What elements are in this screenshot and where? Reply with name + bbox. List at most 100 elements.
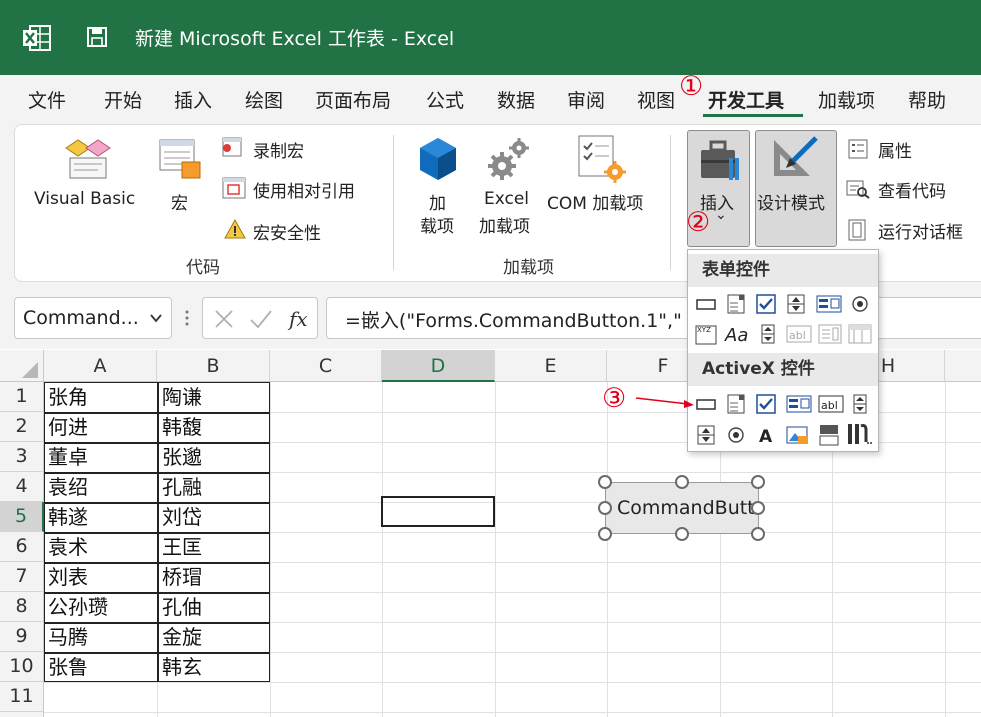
row-header-7[interactable]: 7: [0, 562, 44, 592]
tab-formulas[interactable]: 公式: [426, 86, 464, 113]
macro-security-button[interactable]: 宏安全性: [253, 219, 321, 244]
cell-a8[interactable]: 公孙瓒: [48, 592, 108, 622]
form-combo-dropdown-edit-icon[interactable]: [848, 324, 872, 344]
cell-b7[interactable]: 桥瑁: [162, 562, 202, 592]
tab-data[interactable]: 数据: [497, 86, 535, 113]
cell-b9[interactable]: 金旋: [162, 622, 202, 652]
activex-scroll-bar-icon[interactable]: [850, 394, 870, 414]
column-header-b[interactable]: B: [157, 350, 270, 382]
cell-a5[interactable]: 韩遂: [48, 502, 88, 532]
row-header-12[interactable]: [0, 712, 44, 717]
com-addins-button[interactable]: COM 加载项: [547, 189, 643, 214]
cell-b5[interactable]: 刘岱: [162, 502, 202, 532]
row-header-3[interactable]: 3: [0, 442, 44, 472]
form-checkbox-icon[interactable]: [756, 294, 776, 314]
cell-a9[interactable]: 马腾: [48, 622, 88, 652]
selected-cell-d5[interactable]: [381, 496, 495, 527]
activex-list-box-icon[interactable]: [786, 394, 812, 414]
formula-input[interactable]: =嵌入("Forms.CommandButton.1",": [326, 297, 981, 339]
properties-button[interactable]: 属性: [878, 137, 912, 162]
column-header-a[interactable]: A: [44, 350, 157, 382]
form-spin-button-icon[interactable]: [786, 294, 806, 314]
view-code-button[interactable]: 查看代码: [878, 177, 946, 202]
resize-handle-top-left[interactable]: [598, 475, 612, 489]
row-header-1[interactable]: 1: [0, 382, 44, 412]
cell-b3[interactable]: 张邈: [162, 442, 202, 472]
form-list-box-icon[interactable]: [816, 294, 842, 314]
insert-function-icon[interactable]: fx: [287, 306, 313, 332]
cell-a10[interactable]: 张鲁: [48, 652, 88, 682]
chevron-down-icon[interactable]: [149, 312, 163, 324]
tab-draw[interactable]: 绘图: [245, 86, 283, 113]
macros-button[interactable]: 宏: [171, 189, 188, 214]
activex-image-icon[interactable]: [786, 424, 810, 446]
tab-review[interactable]: 审阅: [567, 86, 605, 113]
record-macro-button[interactable]: 录制宏: [253, 137, 304, 162]
cell-b2[interactable]: 韩馥: [162, 412, 202, 442]
resize-handle-bottom[interactable]: [675, 527, 689, 541]
tab-insert[interactable]: 插入: [174, 86, 212, 113]
addins-button-line1[interactable]: 加: [429, 189, 446, 214]
cell-a1[interactable]: 张角: [48, 382, 88, 412]
row-header-8[interactable]: 8: [0, 592, 44, 622]
activex-label-icon[interactable]: A: [756, 425, 776, 445]
tab-help[interactable]: 帮助: [908, 86, 946, 113]
form-button-control-icon[interactable]: [696, 294, 716, 314]
use-relative-reference-button[interactable]: 使用相对引用: [253, 177, 355, 202]
column-header-i[interactable]: [945, 350, 981, 382]
form-scroll-bar-icon[interactable]: [758, 324, 778, 344]
resize-handle-top[interactable]: [675, 475, 689, 489]
enter-check-icon[interactable]: [249, 308, 273, 330]
row-header-4[interactable]: 4: [0, 472, 44, 502]
row-header-5[interactable]: 5: [0, 502, 44, 532]
cell-a6[interactable]: 袁术: [48, 532, 88, 562]
resize-handle-left[interactable]: [598, 501, 612, 515]
column-header-d[interactable]: D: [382, 350, 495, 382]
form-combo-list-edit-icon[interactable]: [818, 324, 842, 344]
cancel-icon[interactable]: [213, 308, 235, 330]
form-group-box-icon[interactable]: XYZ: [694, 322, 718, 346]
form-combo-box-icon[interactable]: [726, 294, 746, 314]
addins-button-line2[interactable]: 载项: [420, 212, 454, 237]
cell-a3[interactable]: 董卓: [48, 442, 88, 472]
activex-checkbox-icon[interactable]: [756, 394, 776, 414]
resize-handle-top-right[interactable]: [751, 475, 765, 489]
resize-handle-bottom-right[interactable]: [751, 527, 765, 541]
form-option-button-icon[interactable]: [850, 294, 870, 314]
form-label-icon[interactable]: Aa: [724, 324, 750, 344]
row-header-6[interactable]: 6: [0, 532, 44, 562]
cell-a2[interactable]: 何进: [48, 412, 88, 442]
tab-file[interactable]: 文件: [28, 86, 66, 113]
row-header-9[interactable]: 9: [0, 622, 44, 652]
more-options-icon[interactable]: [184, 308, 190, 328]
cell-b6[interactable]: 王匡: [162, 532, 202, 562]
column-header-c[interactable]: C: [270, 350, 382, 382]
cell-a7[interactable]: 刘表: [48, 562, 88, 592]
tab-developer[interactable]: 开发工具: [708, 86, 784, 113]
row-header-2[interactable]: 2: [0, 412, 44, 442]
column-header-e[interactable]: E: [495, 350, 607, 382]
excel-addins-button-line1[interactable]: Excel: [484, 189, 529, 209]
row-header-10[interactable]: 10: [0, 652, 44, 682]
excel-addins-button-line2[interactable]: 加载项: [479, 212, 530, 237]
resize-handle-right[interactable]: [751, 501, 765, 515]
cell-b4[interactable]: 孔融: [162, 472, 202, 502]
cell-a4[interactable]: 袁绍: [48, 472, 88, 502]
row-header-11[interactable]: 11: [0, 682, 44, 712]
activex-spin-button-icon[interactable]: [696, 425, 716, 445]
cell-b10[interactable]: 韩玄: [162, 652, 202, 682]
activex-combo-box-icon[interactable]: [726, 394, 746, 414]
save-icon[interactable]: [86, 26, 108, 48]
tab-view[interactable]: 视图: [637, 86, 675, 113]
run-dialog-button[interactable]: 运行对话框: [878, 218, 963, 243]
tab-addins[interactable]: 加载项: [818, 86, 875, 113]
tab-page-layout[interactable]: 页面布局: [315, 86, 391, 113]
activex-more-controls-icon[interactable]: [846, 422, 874, 446]
insert-dropdown-arrow-icon[interactable]: ⌄: [715, 207, 727, 223]
cell-b8[interactable]: 孔伷: [162, 592, 202, 622]
visual-basic-button[interactable]: Visual Basic: [34, 189, 135, 209]
activex-text-box-icon[interactable]: abl: [818, 394, 844, 414]
form-text-field-icon[interactable]: abl: [786, 324, 812, 344]
select-all-corner[interactable]: [0, 350, 44, 382]
activex-option-button-icon[interactable]: [726, 425, 746, 445]
